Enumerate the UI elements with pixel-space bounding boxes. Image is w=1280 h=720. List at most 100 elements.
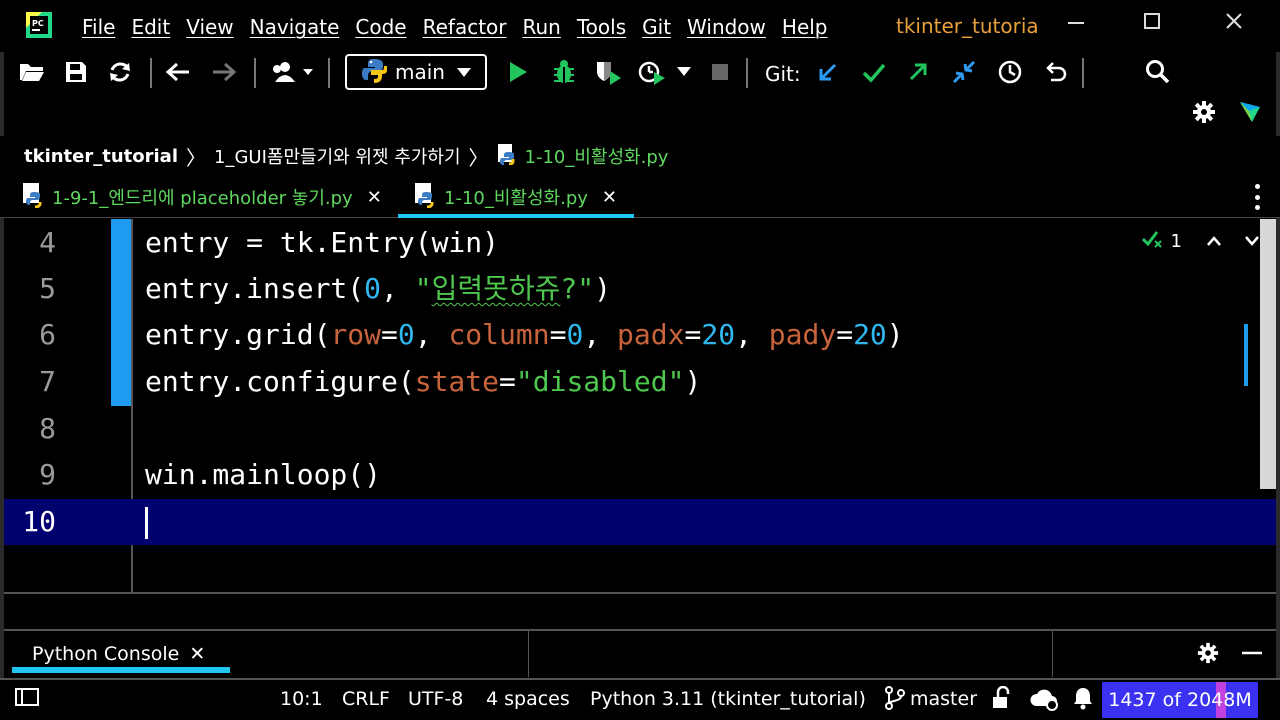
change-stripe-marker[interactable] [1244,324,1248,386]
tool-window-area [4,594,1276,630]
unlock-icon[interactable] [990,685,1012,715]
file-encoding[interactable]: UTF-8 [408,688,463,710]
caret-position[interactable]: 10:1 [280,688,323,710]
svg-text:PC: PC [32,19,44,28]
notification-bell-icon[interactable] [1072,686,1094,715]
menu-view[interactable]: View [186,15,233,39]
code-text: entry = tk.Entry(win) [145,226,500,259]
pycharm-logo-icon[interactable]: PC [24,10,54,40]
project-title: tkinter_tutoria [896,14,1039,38]
active-tab-indicator [12,667,230,673]
inspection-check-icon [1141,229,1163,254]
title-bar: PC File Edit View Navigate Code Refactor… [0,0,1280,52]
line-number: 5 [39,272,56,305]
breadcrumb-project[interactable]: tkinter_tutorial [24,146,178,167]
editor-tabs: 1-9-1_엔드리에 placeholder 놓기.py ✕ 1-10_비활성화… [0,176,1280,218]
menu-refactor[interactable]: Refactor [423,15,507,39]
maximize-button[interactable] [1132,10,1172,40]
chevron-up-icon[interactable] [1206,231,1222,252]
back-arrow-icon[interactable] [162,56,194,88]
menu-window[interactable]: Window [687,15,766,39]
code-with-me-icon[interactable] [1234,96,1266,128]
open-folder-icon[interactable] [16,56,48,88]
python-console-tab[interactable]: Python Console ✕ [32,643,205,665]
minimize-button[interactable] [1056,10,1096,40]
main-menu: File Edit View Navigate Code Refactor Ru… [82,15,844,39]
line-ending[interactable]: CRLF [342,688,390,710]
settings-gear-icon[interactable] [1192,637,1224,669]
toggle-tool-windows-icon[interactable] [14,686,40,713]
menu-edit[interactable]: Edit [131,15,170,39]
menu-navigate[interactable]: Navigate [250,15,340,39]
menu-help[interactable]: Help [782,15,828,39]
hide-panel-icon[interactable] [1236,637,1268,669]
code-line[interactable]: 4 entry = tk.Entry(win) [4,220,1276,266]
debug-icon[interactable] [548,56,580,88]
tab-disable[interactable]: 1-10_비활성화.py ✕ [398,176,634,218]
forward-arrow-icon[interactable] [208,56,240,88]
inspection-count: 1 [1170,231,1182,252]
more-tabs-icon[interactable] [1252,184,1262,210]
sync-icon[interactable] [104,56,136,88]
inspection-widget[interactable]: 1 [1141,229,1260,254]
status-bar: 10:1 CRLF UTF-8 4 spaces Python 3.11 (tk… [0,678,1280,720]
git-branch-name[interactable]: master [910,688,977,710]
chevron-down-icon[interactable] [1244,231,1260,252]
close-icon[interactable]: ✕ [189,643,205,665]
toolbar-divider [150,58,152,88]
breadcrumb-folder[interactable]: 1_GUI폼만들기와 위젯 추가하기 [214,143,461,169]
menu-run[interactable]: Run [523,15,561,39]
memory-indicator[interactable]: 1437 of 2048M [1102,682,1258,718]
run-configuration-select[interactable]: main [345,54,487,90]
editor-scrollbar[interactable] [1260,219,1276,489]
save-icon[interactable] [60,56,92,88]
git-update-icon[interactable] [812,56,844,88]
toolbar-divider [528,631,529,677]
git-commit-icon[interactable] [858,56,890,88]
close-tab-icon[interactable]: ✕ [367,187,382,208]
code-line[interactable]: 8 [4,406,1276,452]
stop-icon[interactable] [704,56,736,88]
run-icon[interactable] [502,56,534,88]
indent-setting[interactable]: 4 spaces [486,688,570,710]
code-line[interactable]: 7 entry.configure(state="disabled") [4,359,1276,405]
python-interpreter[interactable]: Python 3.11 (tkinter_tutorial) [590,688,866,710]
code-text: entry.grid(row=0, column=0, padx=20, pad… [145,318,904,351]
line-number: 10 [22,505,56,538]
toolbar-divider [746,58,748,88]
close-window-button[interactable] [1214,10,1254,40]
toolbar-divider [1052,631,1053,677]
code-editor[interactable]: 4 entry = tk.Entry(win) 5 entry.insert(0… [4,219,1276,592]
search-icon[interactable] [1142,56,1174,88]
code-line[interactable]: 6 entry.grid(row=0, column=0, padx=20, p… [4,312,1276,358]
coverage-icon[interactable] [592,56,624,88]
settings-gear-icon[interactable] [1188,96,1220,128]
line-number: 6 [39,318,56,351]
code-text: win.mainloop() [145,458,382,491]
code-line[interactable]: 5 entry.insert(0, "입력못하쥬?") [4,266,1276,312]
menu-git[interactable]: Git [642,15,671,39]
git-push-icon[interactable] [902,56,934,88]
breadcrumb-file[interactable]: 1-10_비활성화.py [525,143,669,169]
close-tab-icon[interactable]: ✕ [602,187,617,208]
python-file-icon [22,182,46,213]
toolbar-divider [1082,58,1084,88]
user-dropdown-icon[interactable] [268,56,316,88]
tab-entry-placeholder[interactable]: 1-9-1_엔드리에 placeholder 놓기.py ✕ [22,176,382,218]
toolbar-divider [254,58,256,88]
chevron-right-icon: 〉 [186,145,207,170]
menu-tools[interactable]: Tools [577,15,626,39]
rollback-icon[interactable] [1040,56,1072,88]
menu-file[interactable]: File [82,15,115,39]
cloud-settings-icon[interactable] [1028,686,1060,717]
chevron-right-icon: 〉 [468,145,489,170]
code-line[interactable]: 9 win.mainloop() [4,452,1276,498]
history-clock-icon[interactable] [994,56,1026,88]
current-code-line[interactable]: 10 [4,499,1276,545]
git-branch-icon[interactable] [884,686,906,715]
more-run-options-icon[interactable] [672,56,696,88]
git-merge-icon[interactable] [948,56,980,88]
menu-code[interactable]: Code [355,15,406,39]
python-file-icon [497,143,519,170]
profile-icon[interactable] [636,56,668,88]
